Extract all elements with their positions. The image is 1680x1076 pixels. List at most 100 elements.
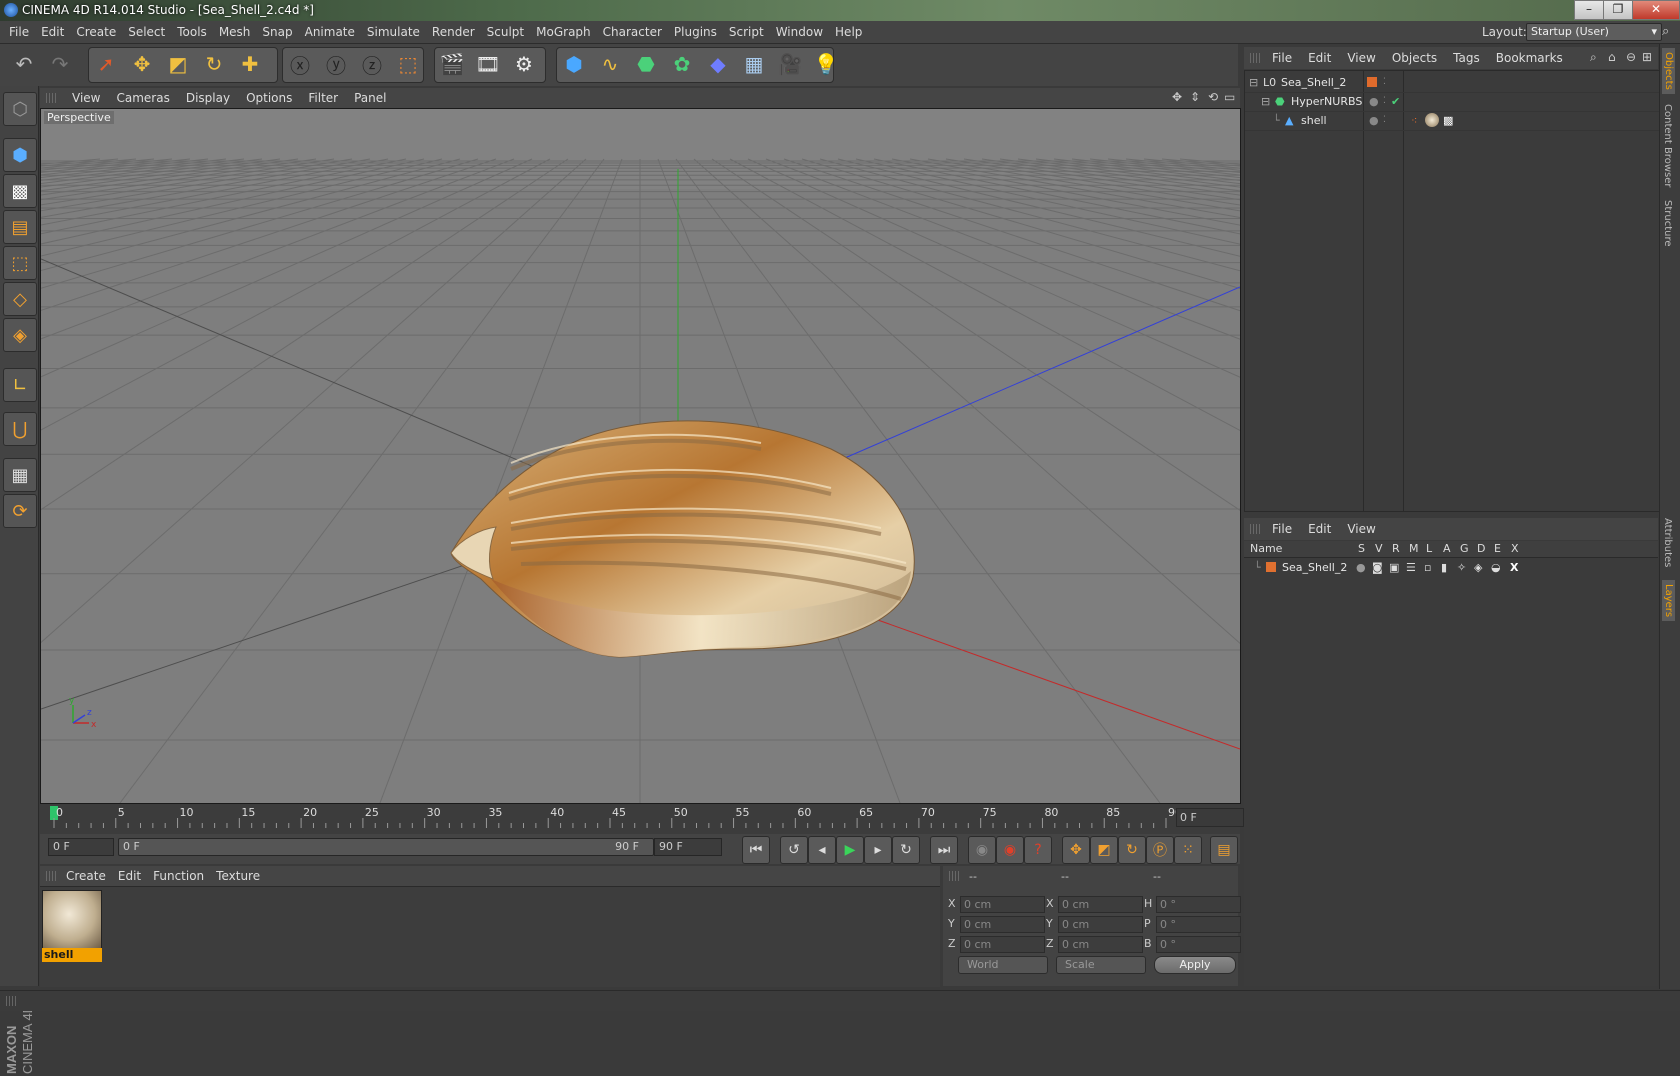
record-active-objects-icon[interactable]: ◉ (968, 836, 996, 864)
layer-name[interactable]: Sea_Shell_2 (1282, 558, 1347, 577)
size-x-field[interactable]: 0 cm (1058, 896, 1143, 913)
rot-p-field[interactable]: 0 ° (1156, 916, 1241, 933)
grip-handle[interactable] (1250, 524, 1260, 534)
floor-icon[interactable]: ▦ (738, 48, 770, 80)
cube-primitive-icon[interactable]: ⬢ (558, 48, 590, 80)
menu-select[interactable]: Select (122, 21, 171, 43)
object-menu-tags[interactable]: Tags (1445, 47, 1488, 69)
maximize-button[interactable]: ❐ (1603, 0, 1633, 20)
xref-toggle-icon[interactable]: X (1510, 558, 1518, 577)
scale-key-icon[interactable]: ◩ (1090, 836, 1118, 864)
undo-icon[interactable]: ↶ (8, 48, 40, 80)
parameter-key-icon[interactable]: Ⓟ (1146, 836, 1174, 864)
viewport-menu-options[interactable]: Options (238, 88, 300, 108)
menu-help[interactable]: Help (829, 21, 868, 43)
light-icon[interactable]: 💡 (810, 48, 842, 80)
go-to-end-icon[interactable]: ⏭ (930, 836, 958, 864)
visibility-dots-icon[interactable]: ⁚ (1383, 111, 1386, 130)
workplane-mode-icon[interactable]: ▤ (3, 210, 37, 244)
coordinate-system-icon[interactable]: ⬚ (392, 48, 424, 80)
object-row-sea-shell-2[interactable]: ⊟ L0 Sea_Shell_2 ⁚ (1245, 73, 1659, 93)
layer-color-swatch[interactable] (1266, 562, 1276, 572)
layer-menu-edit[interactable]: Edit (1300, 518, 1339, 540)
editor-visibility-dot[interactable]: ● (1369, 92, 1379, 111)
points-mode-icon[interactable]: ⬚ (3, 246, 37, 280)
column-expressions[interactable]: E (1494, 542, 1501, 555)
y-axis-lock-icon[interactable]: ⓨ (320, 48, 352, 80)
live-select-icon[interactable]: ➚ (90, 48, 122, 80)
scale-tool-icon[interactable]: ◩ (162, 48, 194, 80)
menu-create[interactable]: Create (70, 21, 122, 43)
menu-tools[interactable]: Tools (171, 21, 213, 43)
column-xref[interactable]: X (1511, 542, 1519, 555)
spline-icon[interactable]: ∿ (594, 48, 626, 80)
column-render[interactable]: R (1392, 542, 1400, 555)
object-name[interactable]: HyperNURBS (1291, 92, 1362, 111)
previous-key-icon[interactable]: ↺ (780, 836, 808, 864)
uvw-tag-icon[interactable]: ▩ (1443, 111, 1453, 130)
menu-script[interactable]: Script (723, 21, 770, 43)
menu-mograph[interactable]: MoGraph (530, 21, 597, 43)
editor-visibility-dot[interactable]: ● (1369, 111, 1379, 130)
column-name[interactable]: Name (1250, 542, 1282, 555)
tab-layers[interactable]: Layers (1662, 580, 1675, 622)
current-frame-field[interactable]: 0 F (1176, 808, 1244, 827)
phong-tag-icon[interactable]: ⁖ (1411, 111, 1417, 130)
apply-button[interactable]: Apply (1154, 956, 1236, 974)
material-menu-create[interactable]: Create (60, 866, 112, 886)
last-tool-icon[interactable]: ✚ (234, 48, 266, 80)
nurbs-icon[interactable]: ⬣ (630, 48, 662, 80)
visibility-dots-icon[interactable]: ⁚ (1383, 92, 1386, 111)
expand-icon[interactable]: ⊟ (1249, 73, 1258, 92)
x-axis-lock-icon[interactable]: ⓧ (284, 48, 316, 80)
snap-magnet-icon[interactable]: ⋃ (3, 412, 37, 446)
tab-attributes[interactable]: Attributes (1662, 518, 1673, 567)
size-z-field[interactable]: 0 cm (1058, 936, 1143, 953)
position-key-icon[interactable]: ✥ (1062, 836, 1090, 864)
next-key-icon[interactable]: ↻ (892, 836, 920, 864)
menu-animate[interactable]: Animate (299, 21, 361, 43)
viewport-menu-cameras[interactable]: Cameras (108, 88, 177, 108)
axis-mode-icon[interactable]: ∟ (3, 368, 37, 402)
timeline-ticks[interactable]: 0 5 10 15 20 25 30 35 40 45 50 55 60 65 70 75 80 85 90 (40, 804, 1182, 834)
object-row-shell[interactable]: └ ▲ shell ● ⁚ ⁖ ▩ (1245, 111, 1659, 131)
menu-window[interactable]: Window (770, 21, 829, 43)
tab-content-browser[interactable]: Content Browser (1662, 104, 1673, 187)
previous-frame-icon[interactable]: ◂ (808, 836, 836, 864)
viewport-menu-display[interactable]: Display (178, 88, 238, 108)
home-icon[interactable]: ⌂ (1608, 50, 1616, 64)
redo-icon[interactable]: ↷ (44, 48, 76, 80)
menu-sculpt[interactable]: Sculpt (481, 21, 530, 43)
material-menu-function[interactable]: Function (147, 866, 210, 886)
manager-toggle-icon[interactable]: ☰ (1406, 558, 1416, 577)
column-generators[interactable]: G (1460, 542, 1469, 555)
object-row-hypernurbs[interactable]: ⊟ ⬣ HyperNURBS ● ⁚ ✔ (1245, 92, 1659, 112)
lock-toggle-icon[interactable]: ▫ (1424, 558, 1431, 577)
grip-handle[interactable] (6, 996, 16, 1006)
go-to-start-icon[interactable]: ⏮ (742, 836, 770, 864)
start-frame-field[interactable]: 0 F (48, 838, 114, 856)
viewport-move-icon[interactable]: ✥ (1172, 90, 1182, 104)
layout-dropdown[interactable]: Startup (User) (1526, 23, 1662, 41)
viewport-menu-panel[interactable]: Panel (346, 88, 394, 108)
rot-h-field[interactable]: 0 ° (1156, 896, 1241, 913)
pos-x-field[interactable]: 0 cm (960, 896, 1045, 913)
viewport-zoom-icon[interactable]: ⇕ (1190, 90, 1200, 104)
polygons-mode-icon[interactable]: ◈ (3, 318, 37, 352)
material-menu-texture[interactable]: Texture (210, 866, 266, 886)
rotate-tool-icon[interactable]: ↻ (198, 48, 230, 80)
search-icon[interactable]: ⌕ (1662, 24, 1669, 39)
minimize-button[interactable]: – (1574, 0, 1604, 20)
column-animation[interactable]: A (1443, 542, 1451, 555)
grip-handle[interactable] (46, 871, 56, 881)
layer-menu-file[interactable]: File (1264, 518, 1300, 540)
viewport-rotate-icon[interactable]: ⟲ (1208, 90, 1218, 104)
material-menu-edit[interactable]: Edit (112, 866, 147, 886)
viewport-menu-filter[interactable]: Filter (300, 88, 346, 108)
workplane-lock-icon[interactable]: ▦ (3, 458, 37, 492)
menu-snap[interactable]: Snap (256, 21, 298, 43)
object-name[interactable]: Sea_Shell_2 (1281, 73, 1346, 92)
grip-handle[interactable] (46, 93, 56, 103)
end-frame-field[interactable]: 90 F (654, 838, 722, 856)
column-deformers[interactable]: D (1477, 542, 1485, 555)
